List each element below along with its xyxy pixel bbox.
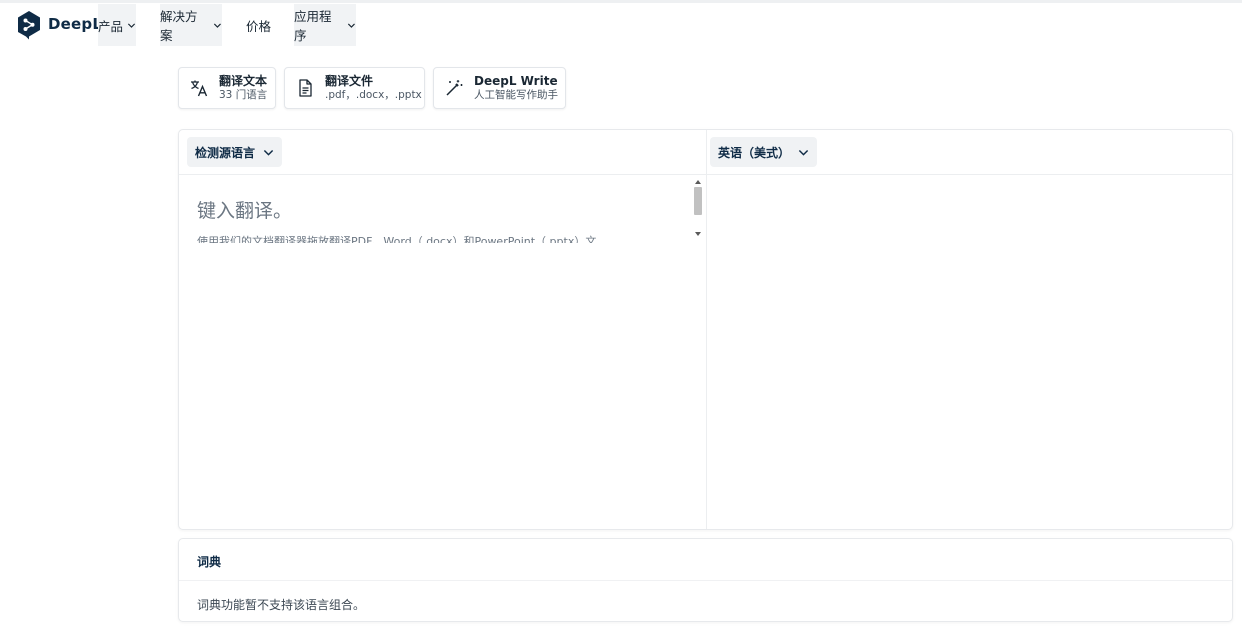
target-language-select[interactable]: 英语（美式） [710, 137, 818, 167]
chevron-down-icon [348, 23, 356, 28]
tab-deepl-write[interactable]: DeepL Write 人工智能写作助手 [433, 67, 566, 109]
document-hint-text: 使用我们的文档翻译器拖放翻译PDF、Word（.docx）和PowerPoint… [197, 235, 597, 243]
translator-panel: 检测源语言 英语（美式） 键入翻译。 使用我们的文档翻译器拖放翻译PDF、Wor… [178, 129, 1233, 530]
source-text-input[interactable]: 键入翻译。 [197, 196, 292, 223]
nav-item-pricing[interactable]: 价格 [246, 4, 276, 46]
chevron-down-icon [798, 149, 809, 156]
target-text-output[interactable] [709, 176, 1229, 526]
nav-item-label: 应用程序 [294, 9, 332, 43]
nav-item-solutions[interactable]: 解决方案 [160, 4, 222, 46]
chevron-down-icon [263, 149, 274, 156]
chevron-down-icon [214, 23, 222, 28]
dictionary-panel: 词典 词典功能暂不支持该语言组合。 [178, 538, 1233, 622]
magic-wand-icon [446, 80, 463, 96]
source-language-label: 检测源语言 [195, 145, 256, 160]
tab-subtitle: .pdf，.docx，.pptx [325, 89, 422, 102]
nav-item-products[interactable]: 产品 [98, 4, 136, 46]
source-scrollbar[interactable] [692, 178, 704, 238]
nav-item-label: 产品 [98, 18, 124, 34]
deepl-logo-icon[interactable] [16, 10, 42, 40]
top-strip [0, 0, 1242, 3]
tab-translate-files[interactable]: 翻译文件 .pdf，.docx，.pptx [284, 67, 425, 109]
chevron-down-icon [127, 22, 136, 28]
dictionary-message: 词典功能暂不支持该语言组合。 [197, 598, 366, 612]
panel-column-divider [706, 130, 707, 529]
source-language-select[interactable]: 检测源语言 [187, 137, 283, 167]
target-language-label: 英语（美式） [718, 145, 791, 160]
tab-title: 翻译文本 [219, 74, 268, 88]
translate-icon [191, 80, 208, 97]
nav-item-apps[interactable]: 应用程序 [294, 4, 356, 46]
document-icon [299, 79, 312, 97]
brand-name[interactable]: DeepL [48, 15, 102, 33]
tab-translate-text[interactable]: 翻译文本 33 门语言 [178, 67, 276, 109]
tab-subtitle: 33 门语言 [219, 89, 268, 102]
nav-item-label: 解决方案 [160, 9, 198, 43]
scroll-thumb[interactable] [694, 187, 702, 215]
tab-title: 翻译文件 [325, 74, 374, 88]
nav-item-label: 价格 [246, 18, 272, 34]
dictionary-title: 词典 [197, 555, 222, 569]
scroll-up-arrow-icon[interactable] [695, 180, 701, 184]
tab-subtitle: 人工智能写作助手 [474, 89, 558, 102]
scroll-down-arrow-icon[interactable] [695, 232, 701, 236]
dictionary-header [179, 539, 1232, 581]
tab-title: DeepL Write [474, 74, 558, 88]
